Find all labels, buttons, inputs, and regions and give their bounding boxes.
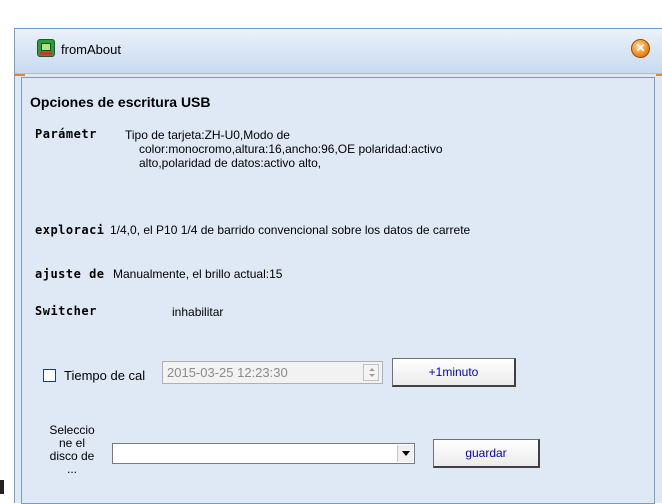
parametro-label: Parámetr <box>35 127 97 141</box>
window-title: fromAbout <box>61 42 121 57</box>
app-icon <box>37 39 55 57</box>
switcher-value: inhabilitar <box>172 305 224 319</box>
switcher-label: Switcher <box>35 304 97 318</box>
close-button[interactable]: ✕ <box>631 39 650 58</box>
ajuste-label: ajuste de <box>35 267 105 281</box>
plus-one-minute-button[interactable]: +1minuto <box>392 358 516 387</box>
parametro-line-2: color:monocromo,altura:16,ancho:96,OE po… <box>139 142 443 156</box>
spin-up-icon[interactable] <box>369 368 375 371</box>
ajuste-value: Manualmente, el brillo actual:15 <box>113 267 283 281</box>
edge-mark <box>0 480 4 494</box>
tiempo-label[interactable]: Tiempo de cal <box>64 369 145 383</box>
tiempo-checkbox[interactable] <box>43 369 56 382</box>
save-button[interactable]: guardar <box>433 439 540 468</box>
datetime-value: 2015-03-25 12:23:30 <box>167 365 288 380</box>
datetime-spin-control[interactable] <box>363 364 379 381</box>
dropdown-arrow-icon[interactable] <box>397 445 413 462</box>
usb-options-panel: Opciones de escritura USB Parámetr Tipo … <box>21 77 655 504</box>
parametro-line-1: Tipo de tarjeta:ZH-U0,Modo de <box>125 128 290 142</box>
about-window: fromAbout ✕ Opciones de escritura USB Pa… <box>14 28 662 504</box>
datetime-picker[interactable]: 2015-03-25 12:23:30 <box>162 361 383 384</box>
section-heading: Opciones de escritura USB <box>30 94 211 110</box>
accent-line-right <box>656 74 662 76</box>
exploracion-value: 1/4,0, el P10 1/4 de barrido convenciona… <box>110 223 471 237</box>
title-bar[interactable]: fromAbout ✕ <box>15 29 662 74</box>
accent-line-left <box>15 74 25 76</box>
spin-down-icon[interactable] <box>369 374 375 377</box>
disk-select[interactable] <box>112 443 415 464</box>
disk-select-label: Seleccio ne el disco de ... <box>46 424 98 479</box>
disk-label-line-4: ... <box>66 462 77 476</box>
exploracion-label: exploraci <box>35 223 105 237</box>
parametro-line-3: alto,polaridad de datos:activo alto, <box>139 156 322 170</box>
